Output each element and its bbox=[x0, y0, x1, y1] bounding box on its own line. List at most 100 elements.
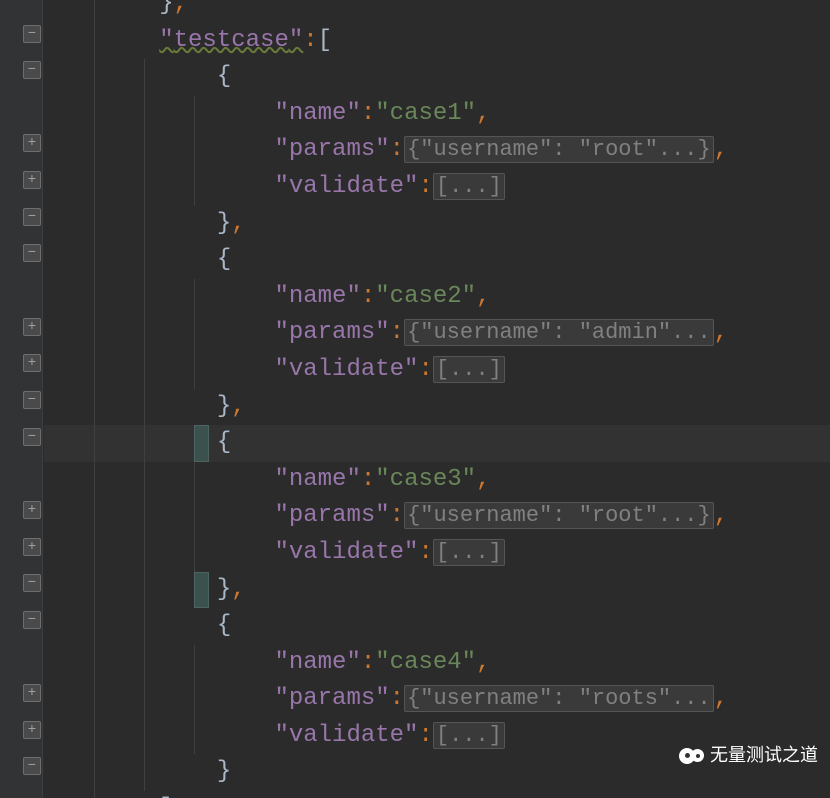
fold-collapse-icon[interactable]: − bbox=[23, 61, 41, 79]
punc-token: : bbox=[361, 466, 375, 493]
code-line[interactable]: "validate":[...] bbox=[44, 352, 830, 389]
punc-token: , bbox=[476, 466, 490, 493]
key-token: " bbox=[289, 27, 303, 54]
code-line[interactable]: "name":"case1", bbox=[44, 96, 830, 133]
code-text: "validate":[...] bbox=[44, 173, 505, 200]
code-line[interactable]: "testcase":[ bbox=[44, 23, 830, 60]
bracket-token: { bbox=[217, 246, 231, 273]
code-line[interactable]: { bbox=[44, 608, 830, 645]
folded-region[interactable]: {"username": "roots"... bbox=[404, 685, 714, 712]
code-line[interactable]: "params":{"username": "admin"..., bbox=[44, 315, 830, 352]
code-line[interactable]: }, bbox=[44, 572, 830, 609]
folded-region[interactable]: {"username": "admin"... bbox=[404, 319, 714, 346]
fold-collapse-icon[interactable]: − bbox=[23, 428, 41, 446]
code-text: { bbox=[44, 612, 231, 639]
key-token: "params" bbox=[274, 136, 389, 163]
key-token: "name" bbox=[274, 466, 360, 493]
fold-expand-icon[interactable]: + bbox=[23, 171, 41, 189]
folded-region[interactable]: [...] bbox=[433, 173, 505, 200]
fold-expand-icon[interactable]: + bbox=[23, 684, 41, 702]
watermark: 无量测试之道 bbox=[679, 737, 818, 774]
code-text: "name":"case1", bbox=[44, 100, 491, 127]
key-token: "params" bbox=[274, 319, 389, 346]
key-token: "params" bbox=[274, 685, 389, 712]
code-text: }, bbox=[44, 0, 188, 17]
code-line[interactable]: { bbox=[44, 59, 830, 96]
code-line[interactable]: "name":"case2", bbox=[44, 279, 830, 316]
fold-expand-icon[interactable]: + bbox=[23, 134, 41, 152]
punc-token: : bbox=[390, 685, 404, 712]
punc-token: , bbox=[231, 393, 245, 420]
key-token: "name" bbox=[274, 100, 360, 127]
code-line[interactable]: "validate":[...] bbox=[44, 169, 830, 206]
punc-token: , bbox=[476, 100, 490, 127]
code-text: { bbox=[44, 429, 231, 456]
folded-region[interactable]: {"username": "root"...} bbox=[404, 136, 714, 163]
punc-token: : bbox=[361, 649, 375, 676]
str-token: "case4" bbox=[375, 649, 476, 676]
code-text: "params":{"username": "root"...}, bbox=[44, 136, 728, 163]
fold-expand-icon[interactable]: + bbox=[23, 721, 41, 739]
code-area[interactable]: }, "testcase":[ { "name":"case1", "param… bbox=[43, 0, 830, 798]
code-line[interactable]: }, bbox=[44, 389, 830, 426]
fold-collapse-icon[interactable]: − bbox=[23, 757, 41, 775]
code-line[interactable]: "params":{"username": "root"...}, bbox=[44, 498, 830, 535]
punc-token: : bbox=[418, 722, 432, 749]
bracket-token: } bbox=[217, 758, 231, 785]
key-token: "params" bbox=[274, 502, 389, 529]
code-editor[interactable]: }, "testcase":[ { "name":"case1", "param… bbox=[0, 0, 830, 798]
fold-collapse-icon[interactable]: − bbox=[23, 611, 41, 629]
punc-token: , bbox=[174, 0, 188, 17]
punc-token: : bbox=[390, 319, 404, 346]
fold-collapse-icon[interactable]: − bbox=[23, 244, 41, 262]
code-line[interactable]: ] bbox=[44, 791, 830, 798]
bracket-token: } bbox=[159, 0, 173, 17]
fold-collapse-icon[interactable]: − bbox=[23, 574, 41, 592]
code-text: "name":"case3", bbox=[44, 466, 491, 493]
code-line[interactable]: "params":{"username": "root"...}, bbox=[44, 132, 830, 169]
punc-token: : bbox=[361, 100, 375, 127]
fold-collapse-icon[interactable]: − bbox=[23, 208, 41, 226]
punc-token: : bbox=[418, 356, 432, 383]
code-line[interactable]: "name":"case4", bbox=[44, 645, 830, 682]
punc-token: , bbox=[714, 136, 728, 163]
code-line[interactable]: "name":"case3", bbox=[44, 462, 830, 499]
key-token: "name" bbox=[274, 649, 360, 676]
key-token: "validate" bbox=[274, 356, 418, 383]
fold-expand-icon[interactable]: + bbox=[23, 538, 41, 556]
folded-region[interactable]: [...] bbox=[433, 722, 505, 749]
punc-token: : bbox=[303, 27, 317, 54]
code-text: } bbox=[44, 758, 231, 785]
punc-token: : bbox=[418, 539, 432, 566]
bracket-token: { bbox=[217, 429, 231, 456]
fold-collapse-icon[interactable]: − bbox=[23, 25, 41, 43]
code-text: { bbox=[44, 63, 231, 90]
bracket-token: { bbox=[217, 63, 231, 90]
str-token: "case3" bbox=[375, 466, 476, 493]
key-token: "validate" bbox=[274, 722, 418, 749]
code-line[interactable]: }, bbox=[44, 0, 830, 23]
folded-region[interactable]: {"username": "root"...} bbox=[404, 502, 714, 529]
folded-region[interactable]: [...] bbox=[433, 539, 505, 566]
fold-collapse-icon[interactable]: − bbox=[23, 391, 41, 409]
punc-token: , bbox=[476, 283, 490, 310]
key-token: testcase bbox=[174, 27, 289, 54]
bracket-token: { bbox=[217, 612, 231, 639]
code-line[interactable]: "params":{"username": "roots"..., bbox=[44, 681, 830, 718]
fold-expand-icon[interactable]: + bbox=[23, 318, 41, 336]
code-text: "testcase":[ bbox=[44, 27, 332, 54]
fold-expand-icon[interactable]: + bbox=[23, 501, 41, 519]
bracket-token: [ bbox=[318, 27, 332, 54]
code-line[interactable]: { bbox=[44, 242, 830, 279]
key-token: "name" bbox=[274, 283, 360, 310]
code-text: "params":{"username": "roots"..., bbox=[44, 685, 728, 712]
code-text: "name":"case2", bbox=[44, 283, 491, 310]
code-line[interactable]: "validate":[...] bbox=[44, 535, 830, 572]
fold-expand-icon[interactable]: + bbox=[23, 354, 41, 372]
punc-token: , bbox=[714, 319, 728, 346]
code-line[interactable]: { bbox=[44, 425, 830, 462]
folded-region[interactable]: [...] bbox=[433, 356, 505, 383]
code-line[interactable]: }, bbox=[44, 206, 830, 243]
punc-token: : bbox=[361, 283, 375, 310]
punc-token: , bbox=[231, 576, 245, 603]
